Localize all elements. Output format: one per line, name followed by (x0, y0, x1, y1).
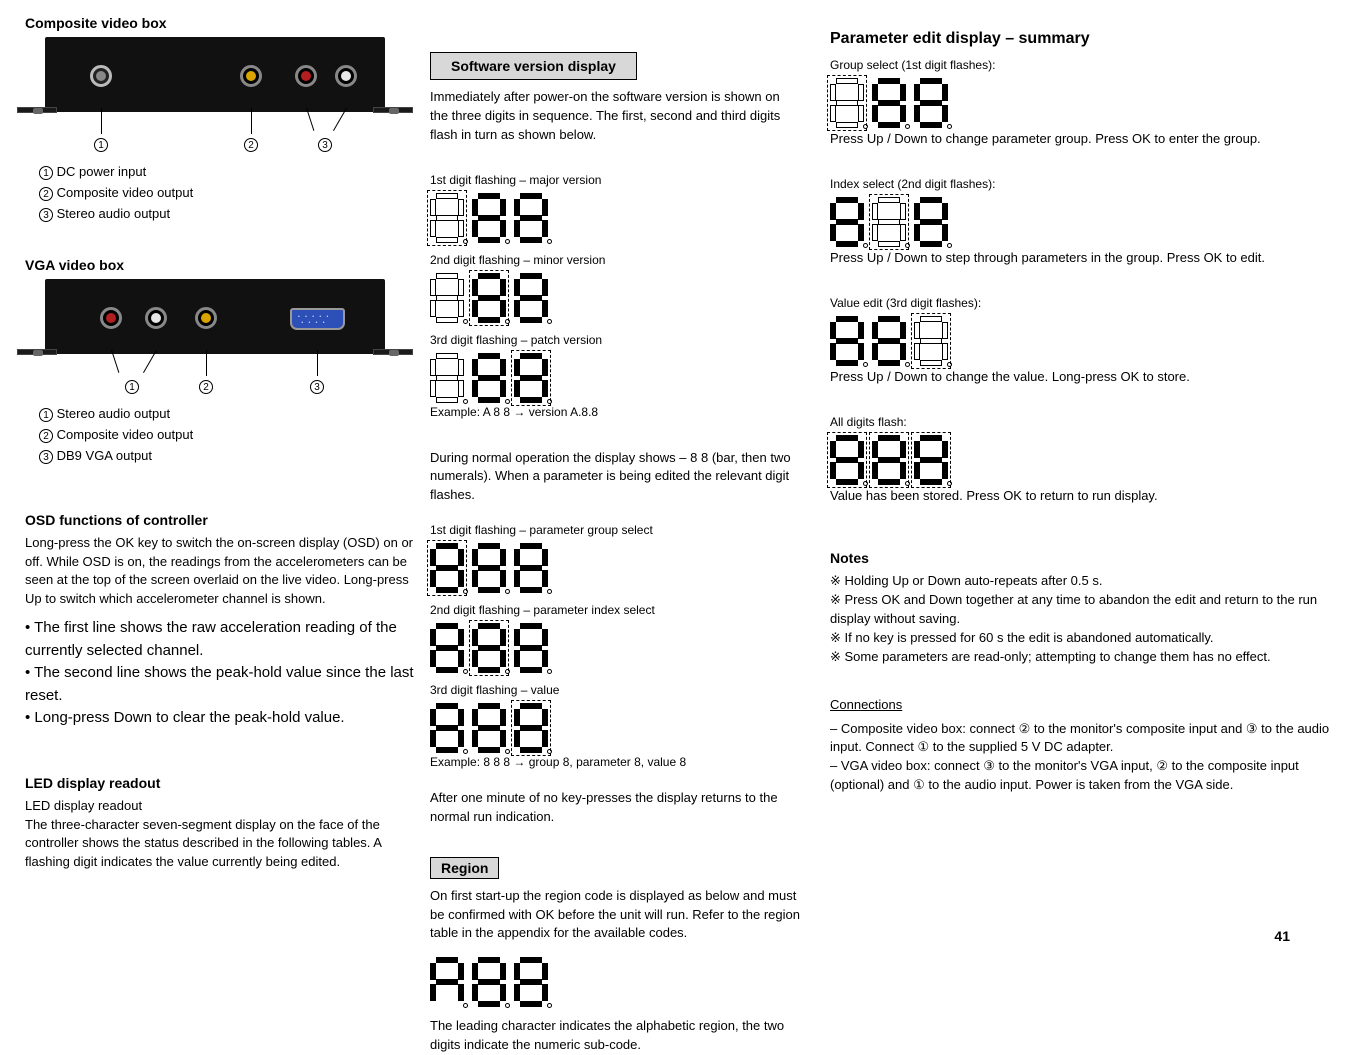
composite-item-2: 2 Composite video output (39, 183, 415, 204)
composite-box-heading: Composite video box (25, 15, 415, 31)
composite-pointer-row: 1 2 3 (45, 112, 385, 162)
vga-item-2: 2 Composite video output (39, 425, 415, 446)
led-heading: LED display readout (25, 775, 415, 791)
vga-item-3: 3 DB9 VGA output (39, 446, 415, 467)
note-4: ※ Some parameters are read-only; attempt… (830, 648, 1330, 667)
mid-row3-digits (430, 703, 800, 753)
sum-row4-digits (830, 435, 1330, 485)
region-digits (430, 957, 800, 1007)
mid-row2-label: 2nd digit flashing – parameter index sel… (430, 603, 800, 617)
sum-row3-name: Value edit (3rd digit flashes): (830, 296, 1330, 310)
ver-row3-label: 3rd digit flashing – patch version (430, 333, 800, 347)
osd-bullet-3: • Long-press Down to clear the peak-hold… (25, 707, 415, 730)
note-2: ※ Press OK and Down together at any time… (830, 591, 1330, 629)
ver-row1-digits (430, 193, 800, 243)
led-body: LED display readout (25, 797, 415, 816)
mid-row2-digits (430, 623, 800, 673)
ver-row2-digits (430, 273, 800, 323)
sum-row3-digits (830, 316, 1330, 366)
region-body: On first start-up the region code is dis… (430, 887, 800, 944)
composite-item-3: 3 Stereo audio output (39, 204, 415, 225)
ver-row1-label: 1st digit flashing – major version (430, 173, 800, 187)
ver-row2-label: 2nd digit flashing – minor version (430, 253, 800, 267)
vga-item-1: 1 Stereo audio output (39, 404, 415, 425)
software-version-body: Immediately after power-on the software … (430, 88, 800, 145)
led-body-2: The three-character seven-segment displa… (25, 816, 415, 873)
osd-heading: OSD functions of controller (25, 512, 415, 528)
sum-row1-name: Group select (1st digit flashes): (830, 58, 1330, 72)
osd-bullet-2: • The second line shows the peak-hold va… (25, 662, 415, 707)
mid-foot: After one minute of no key-presses the d… (430, 789, 800, 827)
notes-heading: Notes (830, 550, 1330, 566)
composite-item-1: 1 DC power input (39, 162, 415, 183)
note-1: ※ Holding Up or Down auto-repeats after … (830, 572, 1330, 591)
sum-row1-hint: Press Up / Down to change parameter grou… (830, 130, 1330, 149)
osd-body: Long-press the OK key to switch the on-s… (25, 534, 415, 609)
region-note: The leading character indicates the alph… (430, 1017, 800, 1055)
composite-device-illustration (45, 37, 385, 112)
ver-example: Example: A 8 8 → version A.8.8 (430, 405, 800, 419)
sum-row1-digits (830, 78, 1330, 128)
mid-row3-label: 3rd digit flashing – value (430, 683, 800, 697)
vga-device-illustration: • • • • • • • • • (45, 279, 385, 354)
sum-row2-hint: Press Up / Down to step through paramete… (830, 249, 1330, 268)
mid-body: During normal operation the display show… (430, 449, 800, 506)
sum-row2-name: Index select (2nd digit flashes): (830, 177, 1330, 191)
mid-example: Example: 8 8 8 → group 8, parameter 8, v… (430, 755, 800, 769)
vga-pointer-row: 1 2 3 (45, 354, 385, 404)
sum-row4-hint: Value has been stored. Press OK to retur… (830, 487, 1330, 506)
region-box: Region (430, 857, 499, 879)
vga-box-heading: VGA video box (25, 257, 415, 273)
mid-row1-digits (430, 543, 800, 593)
connections-heading: Connections (830, 697, 1330, 712)
summary-title: Parameter edit display – summary (830, 30, 1330, 48)
sum-row4-name: All digits flash: (830, 415, 1330, 429)
mid-row1-label: 1st digit flashing – parameter group sel… (430, 523, 800, 537)
software-version-box: Software version display (430, 52, 637, 80)
sum-row3-hint: Press Up / Down to change the value. Lon… (830, 368, 1330, 387)
note-3: ※ If no key is pressed for 60 s the edit… (830, 629, 1330, 648)
connections-body: – Composite video box: connect ② to the … (830, 720, 1330, 795)
page-number: 41 (1274, 928, 1290, 944)
osd-bullet-1: • The first line shows the raw accelerat… (25, 617, 415, 662)
ver-row3-digits (430, 353, 800, 403)
sum-row2-digits (830, 197, 1330, 247)
